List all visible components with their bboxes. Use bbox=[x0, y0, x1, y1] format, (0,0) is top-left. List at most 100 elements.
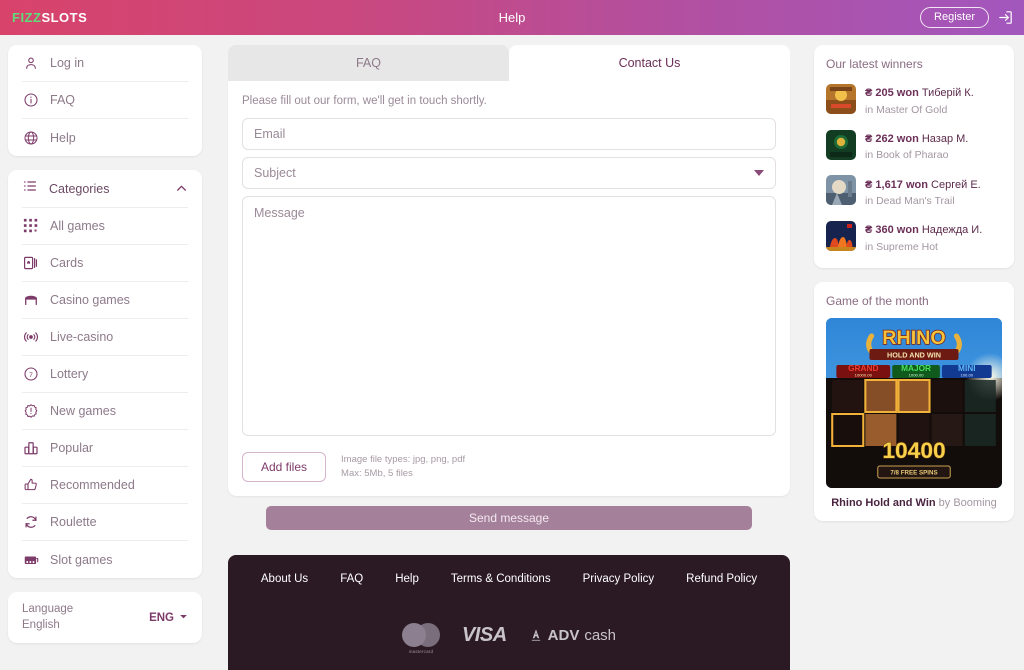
language-selector[interactable]: Language English ENG bbox=[8, 592, 202, 644]
slot-machine-icon bbox=[22, 551, 39, 568]
categories-toggle[interactable]: Categories bbox=[22, 170, 188, 208]
thumbs-up-icon bbox=[22, 477, 39, 494]
winner-game: in Dead Man's Trail bbox=[865, 195, 955, 208]
sidebar-item-help[interactable]: Help bbox=[22, 119, 188, 156]
bar-chart-icon bbox=[22, 440, 39, 457]
winner-amount-line: ₴ 205 won Тиберій К. bbox=[865, 87, 974, 99]
sidebar-item-roulette-label: Roulette bbox=[50, 515, 97, 529]
contact-form-card: Please fill out our form, we'll get in t… bbox=[228, 81, 790, 496]
advcash-icon: ADV cash bbox=[529, 627, 616, 644]
winner-text: ₴ 1,617 won Сергей Е. in Dead Man's Trai… bbox=[865, 173, 981, 209]
payment-methods: mastercard VISA ADV cash bbox=[248, 623, 770, 654]
info-circle-icon bbox=[22, 92, 39, 109]
svg-text:1000.00: 1000.00 bbox=[909, 373, 925, 378]
tab-contact-us[interactable]: Contact Us bbox=[509, 45, 790, 81]
advcash-label-bold: ADV bbox=[547, 626, 580, 644]
game-of-the-month-panel: Game of the month RHINO HOLD AND WIN GRA… bbox=[814, 282, 1014, 522]
subject-select[interactable]: Subject bbox=[242, 157, 776, 189]
sidebar-item-all-games[interactable]: All games bbox=[22, 208, 188, 245]
categories-label: Categories bbox=[49, 181, 110, 196]
add-files-button[interactable]: Add files bbox=[242, 452, 327, 482]
app-header: FIZZ SLOTS Help Register bbox=[0, 0, 1024, 35]
game-thumbnail bbox=[826, 83, 856, 114]
sidebar-main-menu: Log in FAQ Help bbox=[8, 45, 202, 156]
sidebar-item-slot-games[interactable]: Slot games bbox=[22, 541, 188, 578]
footer-link-refund[interactable]: Refund Policy bbox=[686, 573, 757, 585]
sidebar-item-new-games[interactable]: New games bbox=[22, 393, 188, 430]
sidebar-item-login-label: Log in bbox=[50, 56, 85, 70]
refresh-circle-icon bbox=[22, 514, 39, 531]
logo-fizz-text: FIZZ bbox=[12, 10, 42, 25]
sidebar-item-popular-label: Popular bbox=[50, 441, 94, 455]
sidebar-item-live-casino[interactable]: Live-casino bbox=[22, 319, 188, 356]
game-of-the-month-caption: Rhino Hold and Win by Booming bbox=[826, 497, 1002, 509]
right-sidebar: Our latest winners ₴ 205 won Тиберій К. … bbox=[814, 45, 1014, 535]
svg-text:100.00: 100.00 bbox=[960, 373, 973, 378]
sidebar-item-recommended[interactable]: Recommended bbox=[22, 467, 188, 504]
tab-faq[interactable]: FAQ bbox=[228, 45, 509, 81]
footer-link-about-us[interactable]: About Us bbox=[261, 573, 308, 585]
list-item[interactable]: ₴ 360 won Надежда И. in Supreme Hot bbox=[826, 218, 1002, 254]
footer-link-terms[interactable]: Terms & Conditions bbox=[451, 573, 551, 585]
game-thumbnail bbox=[826, 129, 856, 160]
sidebar-item-casino-games[interactable]: Casino games bbox=[22, 282, 188, 319]
header-actions: Register bbox=[920, 6, 1014, 29]
game-thumbnail bbox=[826, 221, 856, 252]
new-badge-icon bbox=[22, 403, 39, 420]
user-icon bbox=[22, 55, 39, 72]
page-root: FIZZ SLOTS Help Register Log in FAQ Help… bbox=[0, 0, 1024, 670]
winner-amount-line: ₴ 360 won Надежда И. bbox=[865, 224, 982, 236]
list-item[interactable]: ₴ 262 won Назар М. in Book of Pharao bbox=[826, 127, 1002, 163]
sidebar-item-all-games-label: All games bbox=[50, 219, 105, 233]
game-of-the-month-art[interactable]: RHINO HOLD AND WIN GRAND 10000.00 MAJOR … bbox=[826, 318, 1002, 489]
sidebar-item-popular[interactable]: Popular bbox=[22, 430, 188, 467]
main-content: FAQ Contact Us Please fill out our form,… bbox=[228, 45, 790, 530]
language-text: Language English bbox=[22, 602, 73, 633]
send-button-wrap: Send message bbox=[228, 506, 790, 530]
register-button[interactable]: Register bbox=[920, 6, 989, 29]
sidebar-item-roulette[interactable]: Roulette bbox=[22, 504, 188, 541]
grid-dots-icon bbox=[22, 218, 39, 235]
winner-text: ₴ 205 won Тиберій К. in Master Of Gold bbox=[865, 81, 974, 117]
footer-link-privacy[interactable]: Privacy Policy bbox=[583, 573, 655, 585]
svg-text:10000.00: 10000.00 bbox=[855, 373, 873, 378]
sidebar-item-recommended-label: Recommended bbox=[50, 478, 135, 492]
sidebar-item-live-casino-label: Live-casino bbox=[50, 330, 114, 344]
game-of-the-month-provider: by Booming bbox=[935, 497, 997, 510]
list-item[interactable]: ₴ 1,617 won Сергей Е. in Dead Man's Trai… bbox=[826, 173, 1002, 209]
latest-winners-title: Our latest winners bbox=[826, 57, 923, 71]
page-title: Help bbox=[498, 10, 526, 25]
winner-name: Надежда И. bbox=[921, 224, 983, 237]
file-hint-text: Image file types: jpg, png, pdf Max: 5Mb… bbox=[341, 453, 465, 481]
latest-winners-panel: Our latest winners ₴ 205 won Тиберій К. … bbox=[814, 45, 1014, 269]
send-message-button[interactable]: Send message bbox=[266, 506, 752, 530]
language-code-group[interactable]: ENG bbox=[149, 612, 188, 624]
list-icon bbox=[22, 178, 38, 199]
footer-link-faq[interactable]: FAQ bbox=[340, 573, 363, 585]
email-field[interactable]: Email bbox=[242, 118, 776, 150]
message-textarea[interactable]: Message bbox=[242, 196, 776, 436]
lucky-seven-icon: 7 bbox=[22, 366, 39, 383]
site-logo[interactable]: FIZZ SLOTS bbox=[12, 10, 87, 25]
login-arrow-icon[interactable] bbox=[997, 9, 1014, 26]
sidebar-item-cards[interactable]: Cards bbox=[22, 245, 188, 282]
sidebar-item-login[interactable]: Log in bbox=[22, 45, 188, 82]
rhino-slot-artwork: RHINO HOLD AND WIN GRAND 10000.00 MAJOR … bbox=[826, 318, 1002, 489]
winner-amount: ₴ 1,617 won bbox=[865, 178, 928, 191]
winner-name: Сергей Е. bbox=[931, 178, 981, 191]
sidebar-item-lottery[interactable]: 7 Lottery bbox=[22, 356, 188, 393]
winner-amount: ₴ 262 won bbox=[865, 132, 919, 145]
game-of-the-month-title: Game of the month bbox=[826, 294, 929, 309]
sidebar-item-faq-label: FAQ bbox=[50, 93, 76, 107]
sidebar-item-faq[interactable]: FAQ bbox=[22, 82, 188, 119]
svg-text:HOLD AND WIN: HOLD AND WIN bbox=[887, 352, 941, 360]
footer-link-help[interactable]: Help bbox=[395, 573, 419, 585]
sidebar-item-slot-games-label: Slot games bbox=[50, 552, 113, 567]
list-item[interactable]: ₴ 205 won Тиберій К. in Master Of Gold bbox=[826, 81, 1002, 117]
chevron-down-icon bbox=[179, 612, 188, 624]
sidebar-categories: Categories All games Cards Casino games … bbox=[8, 170, 202, 578]
game-thumbnail bbox=[826, 175, 856, 206]
svg-text:7/8 FREE SPINS: 7/8 FREE SPINS bbox=[890, 470, 937, 477]
svg-text:RHINO: RHINO bbox=[882, 328, 945, 349]
winner-amount-line: ₴ 262 won Назар М. bbox=[865, 133, 968, 145]
